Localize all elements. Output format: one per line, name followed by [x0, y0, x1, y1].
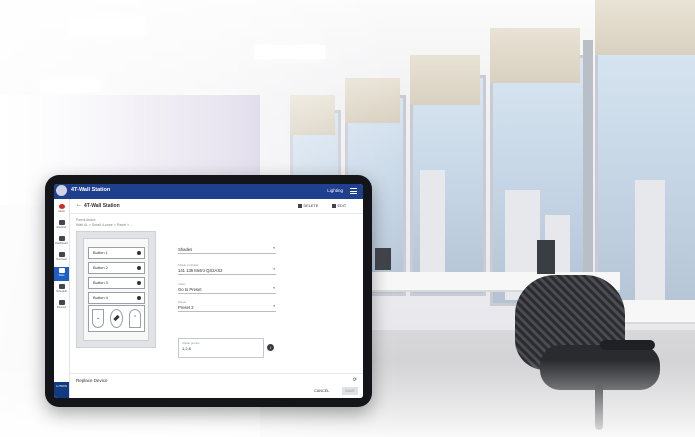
- app-header: 4T-Wall Station Lighting: [54, 184, 363, 199]
- edit-label: EDIT: [337, 204, 347, 208]
- save-button[interactable]: SAVE: [342, 387, 358, 395]
- sidebar-item-label: Devices: [56, 306, 67, 309]
- chair-arm: [600, 340, 655, 350]
- breadcrumb[interactable]: Wall 4L > Small 4-zone > Panel > ...: [76, 223, 133, 227]
- sidebar-item-alerts[interactable]: Alerts: [54, 203, 69, 217]
- sites-icon: [58, 268, 65, 273]
- field-label: Shade controller: [178, 263, 199, 267]
- send-icon: [58, 220, 65, 225]
- device-editor: ← 4T-Wall Station DELETE EDIT Parent dev…: [70, 199, 363, 398]
- sidebar-item-label: Schedule: [56, 290, 67, 293]
- edit-button[interactable]: EDIT: [332, 204, 346, 208]
- tablet-device: 4T-Wall Station Lighting Alerts Explorer…: [45, 175, 372, 407]
- cancel-button[interactable]: CANCEL: [314, 389, 329, 393]
- shade-controller-select[interactable]: Shade controller 141 136 Metro QS2AS2 ▾: [178, 263, 276, 275]
- field-value: Preset 2: [178, 305, 194, 310]
- refresh-icon[interactable]: ⟳: [353, 377, 357, 383]
- type-select[interactable]: Shades ▾: [178, 246, 276, 254]
- info-icon[interactable]: i: [267, 344, 274, 351]
- keypad-button-2[interactable]: Button 2: [88, 262, 145, 274]
- breadcrumb-label: Parent device: [76, 218, 96, 222]
- keypad-button-3[interactable]: Button 3: [88, 277, 145, 289]
- calendar-icon: [58, 284, 65, 289]
- lower-button[interactable]: ⌄: [92, 309, 104, 328]
- center-button[interactable]: [110, 309, 123, 328]
- raise-button[interactable]: ⌃: [129, 309, 141, 328]
- field-value: Shades: [178, 247, 193, 252]
- keypad-faceplate: Button 1 Button 2 Button 3 Button 4 ⌄ ⌃: [83, 238, 149, 341]
- raise-lower-rocker: ⌄ ⌃: [88, 305, 145, 332]
- trash-icon: [298, 204, 302, 208]
- delete-label: DELETE: [303, 204, 319, 208]
- back-arrow-icon[interactable]: ←: [76, 202, 82, 208]
- app-logo: [56, 185, 67, 196]
- monitor: [537, 240, 555, 274]
- led-indicator-icon: [137, 251, 141, 255]
- sidebar-item-label: Alerts: [58, 210, 65, 213]
- field-label: Preset: [178, 300, 187, 304]
- action-select[interactable]: Action Go to Preset ▾: [178, 282, 276, 294]
- page-header: ← 4T-Wall Station DELETE EDIT: [70, 199, 363, 214]
- header-area-label[interactable]: Lighting: [327, 188, 343, 193]
- led-indicator-icon: [137, 296, 141, 300]
- shade-groups-input[interactable]: Shade groups 1,2,8: [178, 338, 264, 358]
- dashboard-icon: [58, 236, 65, 241]
- preset-select[interactable]: Preset Preset 2 ▾: [178, 300, 276, 312]
- sidebar-item-sites[interactable]: Sites: [54, 267, 69, 281]
- sidebar-item-schedule[interactable]: Schedule: [54, 283, 69, 297]
- sidebar-item-label: Overview: [56, 258, 67, 261]
- keypad-button-1[interactable]: Button 1: [88, 247, 145, 259]
- field-value: Go to Preset: [178, 287, 202, 292]
- led-indicator-icon: [137, 281, 141, 285]
- chevron-down-icon: ⌄: [96, 315, 101, 321]
- replace-device-label: Replace Device: [76, 378, 108, 383]
- window-shade: [410, 55, 480, 105]
- divider: [70, 373, 363, 374]
- field-value: 1,2,8: [182, 346, 191, 351]
- field-label: Shade groups: [182, 341, 200, 345]
- sidebar-item-devices[interactable]: Devices: [54, 299, 69, 313]
- sidebar-item-dashboard[interactable]: Dashboard: [54, 235, 69, 249]
- sidebar-item-label: Dashboard: [55, 242, 68, 245]
- building: [635, 180, 665, 315]
- app-title: 4T-Wall Station: [71, 187, 111, 193]
- alert-icon: [58, 204, 65, 209]
- sidebar-item-explorer[interactable]: Explorer: [54, 219, 69, 233]
- keypad-button-label: Button 2: [93, 265, 108, 270]
- window-shade: [490, 28, 580, 83]
- sidebar-item-overview[interactable]: Overview: [54, 251, 69, 265]
- menu-icon[interactable]: [350, 187, 357, 195]
- chevron-down-icon: ▾: [273, 286, 275, 290]
- field-label: Action: [178, 282, 186, 286]
- keypad-button-label: Button 4: [93, 295, 108, 300]
- chevron-up-icon: ⌃: [133, 315, 138, 321]
- sidebar-item-label: Explorer: [56, 226, 67, 229]
- keypad-button-label: Button 1: [93, 250, 108, 255]
- chevron-down-icon: ▾: [273, 246, 275, 250]
- field-value: 141 136 Metro QS2AS2: [178, 268, 223, 273]
- window-shade: [595, 0, 695, 55]
- delete-button[interactable]: DELETE: [298, 204, 318, 208]
- chevron-down-icon: ▾: [273, 267, 275, 271]
- led-indicator-icon: [137, 266, 141, 270]
- pencil-icon: [332, 204, 336, 208]
- sidebar-item-label: Sites: [58, 274, 65, 277]
- page-title: 4T-Wall Station: [84, 203, 120, 209]
- keypad-button-label: Button 3: [93, 280, 108, 285]
- sidebar: Alerts Explorer Dashboard Overview Sites…: [54, 199, 70, 398]
- brand-footer: LUTRON: [54, 382, 69, 398]
- chevron-down-icon: ▾: [273, 304, 275, 308]
- list-icon: [58, 252, 65, 257]
- tablet-screen: 4T-Wall Station Lighting Alerts Explorer…: [54, 184, 363, 398]
- wall-station-preview: Button 1 Button 2 Button 3 Button 4 ⌄ ⌃: [76, 231, 156, 348]
- keypad-button-4[interactable]: Button 4: [88, 292, 145, 304]
- pin-icon: [58, 300, 65, 305]
